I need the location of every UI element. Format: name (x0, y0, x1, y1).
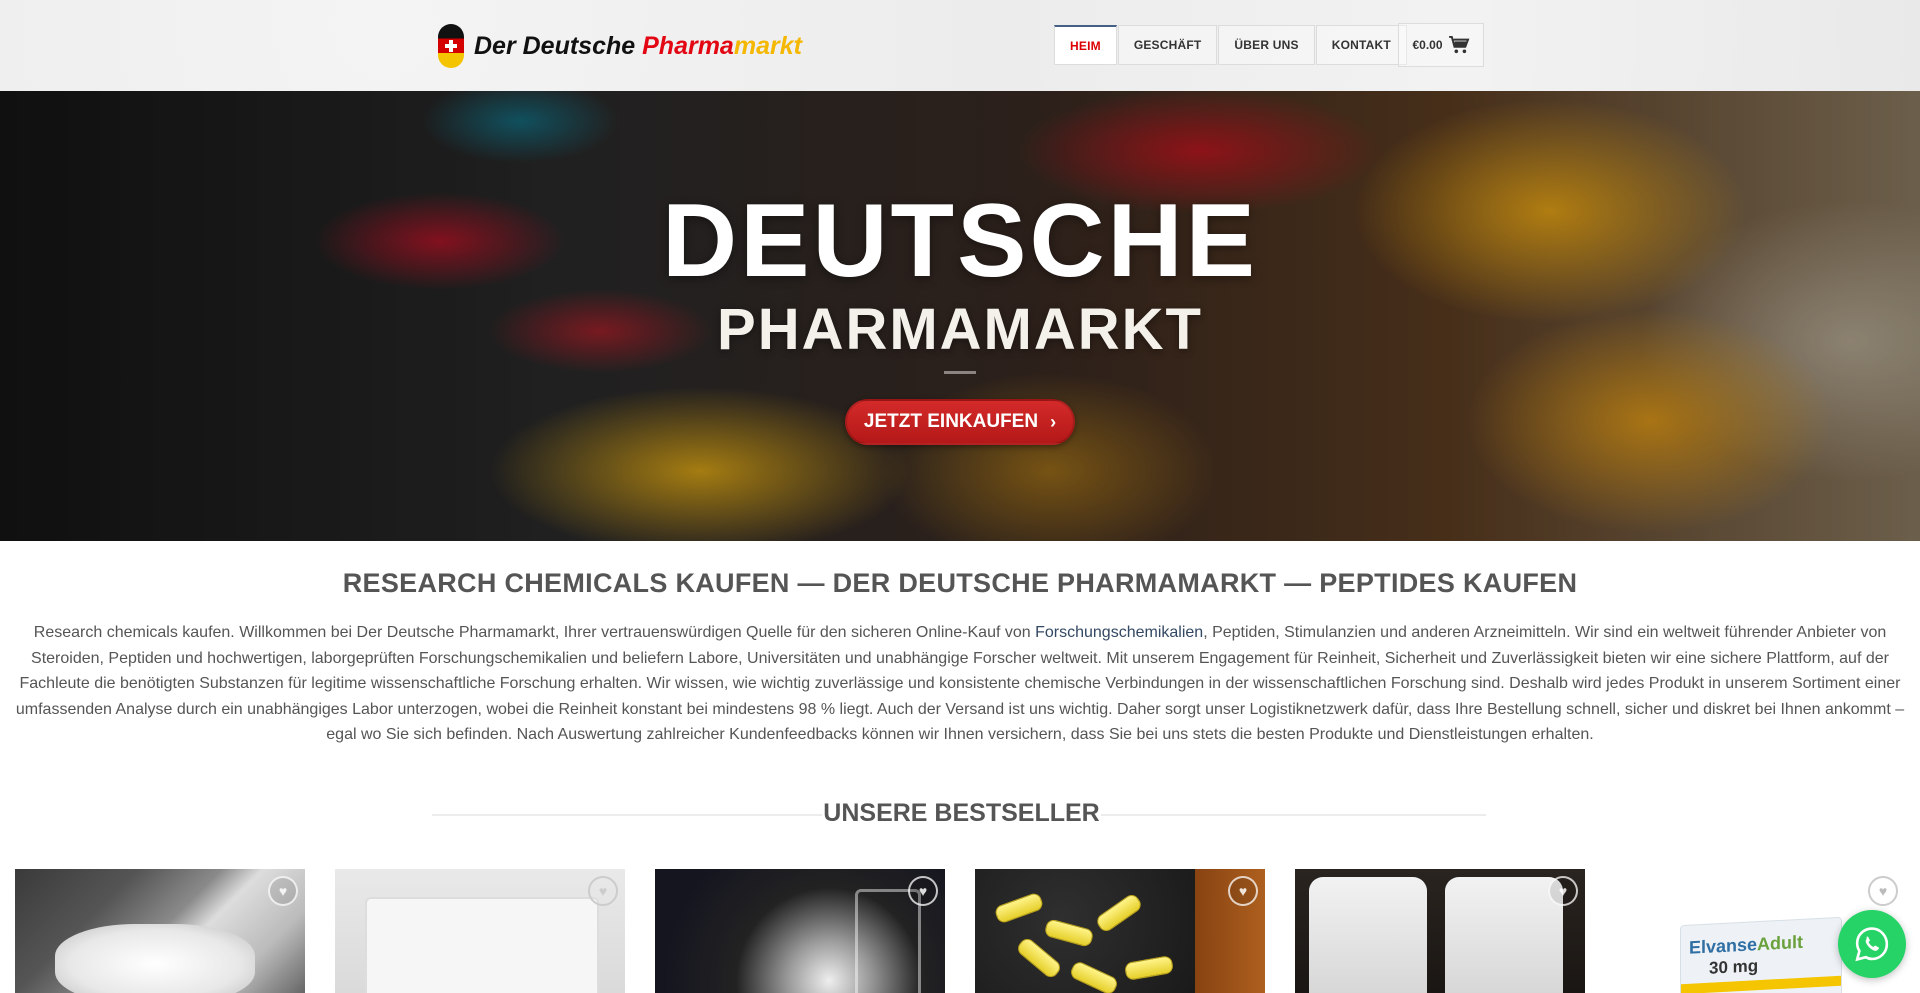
pill-shape (993, 891, 1045, 925)
bestseller-title: UNSERE BESTSELLER (823, 799, 1100, 827)
heart-icon[interactable]: ♥ (908, 876, 938, 906)
section-divider-right (1101, 814, 1486, 816)
product-box-brand: Elvanse (1689, 934, 1758, 958)
nav-item-heim[interactable]: HEIM (1054, 25, 1117, 65)
product-card-3[interactable]: ♥ (655, 869, 945, 993)
intro-text-part2: , Peptiden, Stimulanzien und anderen Arz… (15, 624, 1905, 743)
product-card-1[interactable]: ♥ (15, 869, 305, 993)
logo-text-part3: markt (733, 31, 802, 60)
product-card-2[interactable]: ♥ (335, 869, 625, 993)
chevron-right-icon: › (1050, 411, 1057, 432)
heart-icon[interactable]: ♥ (1548, 876, 1578, 906)
main-nav: HEIM GESCHÄFT ÜBER UNS KONTAKT (1054, 25, 1408, 67)
heart-icon[interactable]: ♥ (1228, 876, 1258, 906)
logo-text-part1: Der Deutsche (474, 31, 643, 60)
product-image-6: ElvanseAdult 30 mg (1680, 916, 1842, 993)
heart-icon[interactable]: ♥ (588, 876, 618, 906)
heart-icon[interactable]: ♥ (268, 876, 298, 906)
whatsapp-button[interactable] (1838, 910, 1906, 978)
pill-shape (1094, 891, 1144, 935)
shop-now-button[interactable]: JETZT EINKAUFEN › (845, 399, 1075, 445)
nav-item-geschaeft[interactable]: GESCHÄFT (1117, 25, 1218, 65)
intro-text-part1: Research chemicals kaufen. Willkommen be… (33, 624, 1036, 641)
forschungschemikalien-link[interactable]: Forschungschemikalien (1035, 624, 1203, 641)
whatsapp-icon (1855, 927, 1889, 962)
pill-shape (1043, 918, 1095, 948)
hero-divider (944, 371, 976, 374)
cart-total: €0.00 (1412, 38, 1443, 52)
cart-button[interactable]: €0.00 (1398, 23, 1484, 67)
product-box-stripe (1681, 975, 1841, 993)
product-card-5[interactable]: ♥ (1295, 869, 1585, 993)
product-box-dose: 30 mg (1709, 956, 1759, 978)
section-divider-left (432, 814, 822, 816)
pill-shape (1014, 935, 1064, 981)
product-image-3 (855, 889, 921, 993)
product-card-4[interactable]: ♥ (975, 869, 1265, 993)
hero-title: DEUTSCHE (661, 183, 1259, 299)
logo-shield-icon (438, 24, 464, 68)
intro-paragraph: Research chemicals kaufen. Willkommen be… (14, 620, 1906, 748)
site-logo[interactable]: Der Deutsche Pharmamarkt (438, 22, 802, 70)
nav-item-ueber-uns[interactable]: ÜBER UNS (1218, 25, 1315, 65)
site-header: Der Deutsche Pharmamarkt HEIM GESCHÄFT Ü… (0, 0, 1920, 91)
shop-now-label: JETZT EINKAUFEN (863, 411, 1039, 432)
product-image-5 (1309, 877, 1427, 993)
heart-icon[interactable]: ♥ (1868, 876, 1898, 906)
pill-shape (1068, 959, 1120, 993)
product-box-title: ElvanseAdult (1689, 932, 1803, 959)
hero-banner: DEUTSCHE PHARMAMARKT JETZT EINKAUFEN › (0, 91, 1920, 541)
product-image-1 (55, 924, 255, 993)
product-image-5b (1445, 877, 1563, 993)
product-box-brand-suffix: Adult (1757, 931, 1804, 955)
hero-subtitle: PHARMAMARKT (717, 297, 1203, 362)
logo-text: Der Deutsche Pharmamarkt (474, 32, 802, 61)
nav-item-kontakt[interactable]: KONTAKT (1315, 25, 1407, 65)
pill-shape (1123, 954, 1175, 982)
intro-heading: RESEARCH CHEMICALS KAUFEN — DER DEUTSCHE… (342, 568, 1578, 598)
cart-icon (1448, 36, 1469, 54)
logo-text-part2: Pharma (642, 31, 734, 60)
product-image-2 (365, 897, 599, 993)
